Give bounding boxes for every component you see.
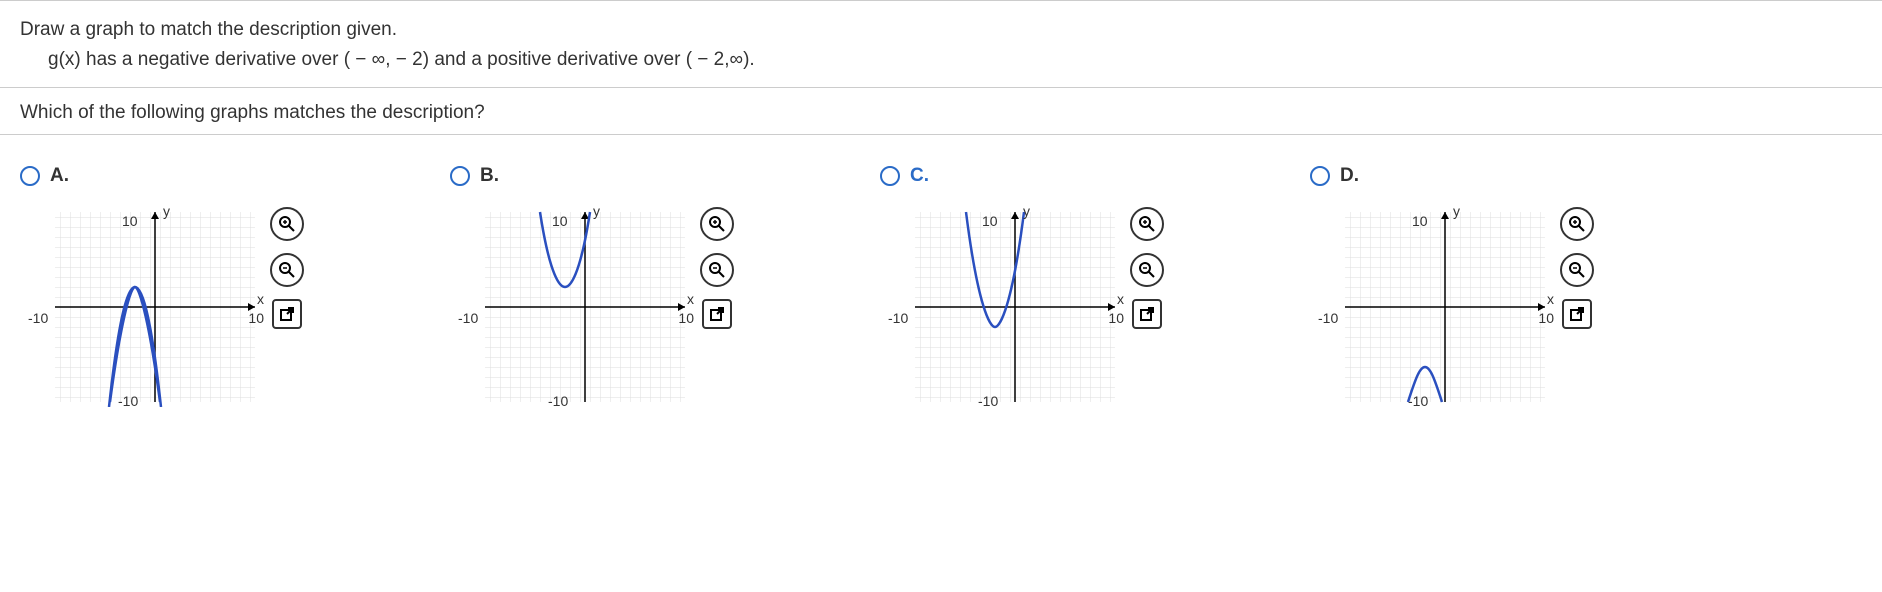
- question-line-1: Draw a graph to match the description gi…: [20, 19, 1862, 41]
- open-icon[interactable]: [1132, 299, 1162, 329]
- graph-with-tools: y x 10 -10 -10 10: [1310, 207, 1710, 407]
- tick-x-max: 10: [678, 310, 694, 326]
- tick-y-max: 10: [1412, 213, 1428, 229]
- graph-tools: [270, 207, 304, 329]
- radio-D[interactable]: [1310, 166, 1330, 186]
- axis-x-label: x: [1547, 291, 1554, 307]
- graph-with-tools: y x 10 -10 -10 10: [880, 207, 1280, 407]
- axis-x-label: x: [1117, 291, 1124, 307]
- option-C: C. y x 10 -10 -10 10: [880, 165, 1280, 407]
- option-label: B.: [480, 165, 499, 187]
- option-header: C.: [880, 165, 1280, 187]
- tick-x-min: -10: [28, 310, 48, 326]
- axis-x-label: x: [687, 291, 694, 307]
- tick-x-min: -10: [888, 310, 908, 326]
- option-A: A.: [20, 165, 420, 407]
- option-D: D. y x 10 -10 -10 10: [1310, 165, 1710, 407]
- question-line-2: g(x) has a negative derivative over ( − …: [20, 49, 1862, 71]
- tick-y-max: 10: [552, 213, 568, 229]
- tick-x-min: -10: [1318, 310, 1338, 326]
- zoom-out-icon[interactable]: [270, 253, 304, 287]
- open-icon[interactable]: [1562, 299, 1592, 329]
- tick-x-max: 10: [1538, 310, 1554, 326]
- tick-y-max: 10: [982, 213, 998, 229]
- axis-y-label: y: [163, 203, 170, 219]
- open-icon[interactable]: [702, 299, 732, 329]
- radio-C[interactable]: [880, 166, 900, 186]
- zoom-in-icon[interactable]: [1560, 207, 1594, 241]
- graph-C[interactable]: y x 10 -10 -10 10: [910, 207, 1120, 407]
- axis-y-label: y: [1023, 203, 1030, 219]
- graph-tools: [1130, 207, 1164, 329]
- graph-A[interactable]: y x 10 -10 -10 10: [50, 207, 260, 407]
- option-B: B. y x 10 -10 -10 10: [450, 165, 850, 407]
- radio-B[interactable]: [450, 166, 470, 186]
- zoom-out-icon[interactable]: [700, 253, 734, 287]
- tick-y-min: -10: [548, 393, 568, 409]
- tick-y-min: -10: [978, 393, 998, 409]
- option-header: B.: [450, 165, 850, 187]
- tick-x-max: 10: [1108, 310, 1124, 326]
- graph-tools: [1560, 207, 1594, 329]
- axis-x-label: x: [257, 291, 264, 307]
- axis-y-label: y: [1453, 203, 1460, 219]
- tick-y-min: -10: [118, 393, 138, 409]
- tick-y-min: -10: [1408, 393, 1428, 409]
- option-label: A.: [50, 165, 69, 187]
- subquestion: Which of the following graphs matches th…: [0, 88, 1882, 135]
- tick-y-max: 10: [122, 213, 138, 229]
- question-section: Draw a graph to match the description gi…: [0, 0, 1882, 88]
- tick-x-min: -10: [458, 310, 478, 326]
- zoom-in-icon[interactable]: [700, 207, 734, 241]
- axis-y-label: y: [593, 203, 600, 219]
- zoom-out-icon[interactable]: [1560, 253, 1594, 287]
- option-label: C.: [910, 165, 929, 187]
- option-header: A.: [20, 165, 420, 187]
- graph-tools: [700, 207, 734, 329]
- option-header: D.: [1310, 165, 1710, 187]
- graph-B[interactable]: y x 10 -10 -10 10: [480, 207, 690, 407]
- graph-with-tools: y x 10 -10 -10 10: [450, 207, 850, 407]
- graph-with-tools: y x 10 -10 -10 10: [20, 207, 420, 407]
- options-row: A.: [0, 135, 1882, 407]
- graph-D[interactable]: y x 10 -10 -10 10: [1340, 207, 1550, 407]
- zoom-in-icon[interactable]: [1130, 207, 1164, 241]
- option-label: D.: [1340, 165, 1359, 187]
- zoom-out-icon[interactable]: [1130, 253, 1164, 287]
- tick-x-max: 10: [248, 310, 264, 326]
- radio-A[interactable]: [20, 166, 40, 186]
- zoom-in-icon[interactable]: [270, 207, 304, 241]
- open-icon[interactable]: [272, 299, 302, 329]
